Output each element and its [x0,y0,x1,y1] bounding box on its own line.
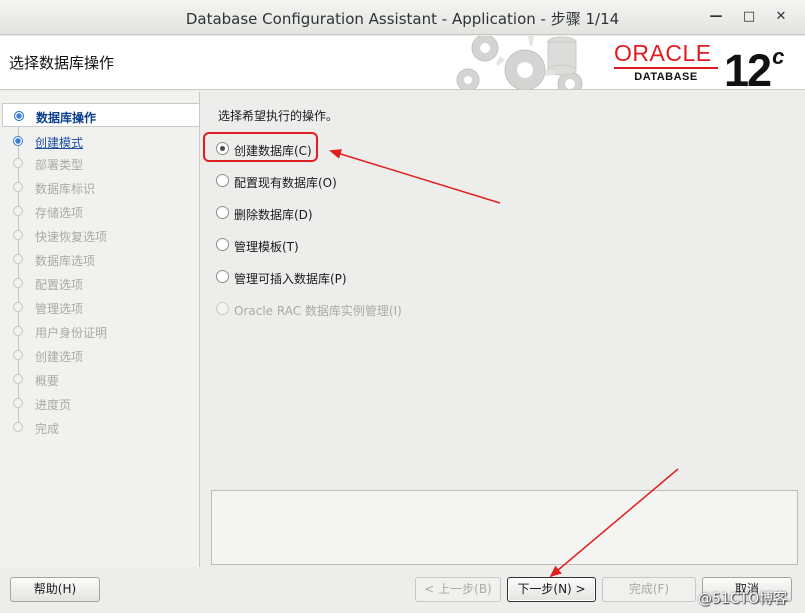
nav-step-label: 概要 [35,374,60,388]
gears-database-graphic-icon [456,36,583,89]
radio-icon[interactable] [216,174,229,187]
radio-label: 创建数据库(C) [234,144,312,158]
nav-step-label: 存储选项 [35,206,84,220]
step-pending-icon [13,302,23,312]
nav-step-creation-options: 创建选项 [2,343,199,367]
step-pending-icon [13,326,23,336]
radio-label: 管理模板(T) [234,240,299,254]
nav-step-management-options: 管理选项 [2,295,199,319]
radio-label: 删除数据库(D) [234,208,313,222]
step-pending-icon [13,422,23,432]
nav-step-user-credentials: 用户身份证明 [2,319,199,343]
nav-step-label: 快速恢复选项 [35,230,108,244]
close-icon[interactable]: ✕ [771,7,791,27]
step-pending-icon [13,230,23,240]
nav-step-summary: 概要 [2,367,199,391]
nav-step-label: 配置选项 [35,278,84,292]
nav-step-progress: 进度页 [2,391,199,415]
message-area [211,490,798,565]
nav-step-configuration-options: 配置选项 [2,271,199,295]
radio-label: 管理可插入数据库(P) [234,272,347,286]
version-number: 12 [724,45,772,90]
watermark: @51CTO博客 [698,591,788,607]
window-title: Database Configuration Assistant - Appli… [185,10,620,28]
step-pending-icon [13,398,23,408]
next-button[interactable]: 下一步(N) > [507,577,596,602]
finish-button: 完成(F) [602,577,696,602]
header-banner: 选择数据库操作 ORACLE DATABASE 12c [0,36,805,90]
main-panel: 选择希望执行的操作。 创建数据库(C) 配置现有数据库(O) 删除数据库(D) … [201,92,803,567]
nav-step-label: 数据库操作 [36,111,97,125]
nav-step-label: 数据库标识 [35,182,96,196]
nav-step-database-operation[interactable]: 数据库操作 [2,103,199,127]
step-pending-icon [13,206,23,216]
nav-step-label: 用户身份证明 [35,326,108,340]
oracle-database-label: DATABASE [614,67,718,83]
nav-step-storage-options: 存储选项 [2,199,199,223]
radio-icon[interactable] [216,206,229,219]
nav-step-label: 完成 [35,422,60,436]
step-next-icon [13,136,23,146]
step-navigation: 数据库操作 创建模式 部署类型 数据库标识 存储选项 快速恢复选项 数据库选项 … [0,92,200,567]
step-pending-icon [13,350,23,360]
radio-selected-icon[interactable] [216,142,229,155]
radio-disabled-icon [216,302,229,315]
step-pending-icon [13,182,23,192]
step-pending-icon [13,374,23,384]
step-pending-icon [13,278,23,288]
nav-step-creation-mode[interactable]: 创建模式 [2,129,199,153]
nav-step-label: 进度页 [35,398,72,412]
nav-step-label: 创建选项 [35,350,84,364]
radio-icon[interactable] [216,270,229,283]
operation-prompt: 选择希望执行的操作。 [218,109,339,123]
radio-label: 配置现有数据库(O) [234,176,337,190]
oracle-wordmark: ORACLE [614,40,712,66]
radio-label: Oracle RAC 数据库实例管理(I) [234,304,402,318]
nav-step-label: 部署类型 [35,158,84,172]
step-current-icon [14,111,24,121]
nav-step-database-options: 数据库选项 [2,247,199,271]
nav-step-deployment-type: 部署类型 [2,151,199,175]
radio-icon[interactable] [216,238,229,251]
step-pending-icon [13,158,23,168]
minimize-icon[interactable]: — [706,7,726,27]
nav-step-database-identification: 数据库标识 [2,175,199,199]
nav-step-label: 数据库选项 [35,254,96,268]
nav-step-label: 创建模式 [35,136,84,150]
back-button: < 上一步(B) [415,577,501,602]
nav-step-fast-recovery: 快速恢复选项 [2,223,199,247]
version-suffix: c [772,44,784,69]
help-button[interactable]: 帮助(H) [10,577,100,602]
nav-step-finish: 完成 [2,415,199,439]
version-badge: 12c [724,38,784,90]
nav-step-label: 管理选项 [35,302,84,316]
page-title: 选择数据库操作 [9,54,115,72]
step-pending-icon [13,254,23,264]
oracle-logo: ORACLE DATABASE [614,42,718,83]
maximize-icon[interactable]: □ [739,7,759,27]
window-titlebar[interactable]: Database Configuration Assistant - Appli… [0,0,805,35]
